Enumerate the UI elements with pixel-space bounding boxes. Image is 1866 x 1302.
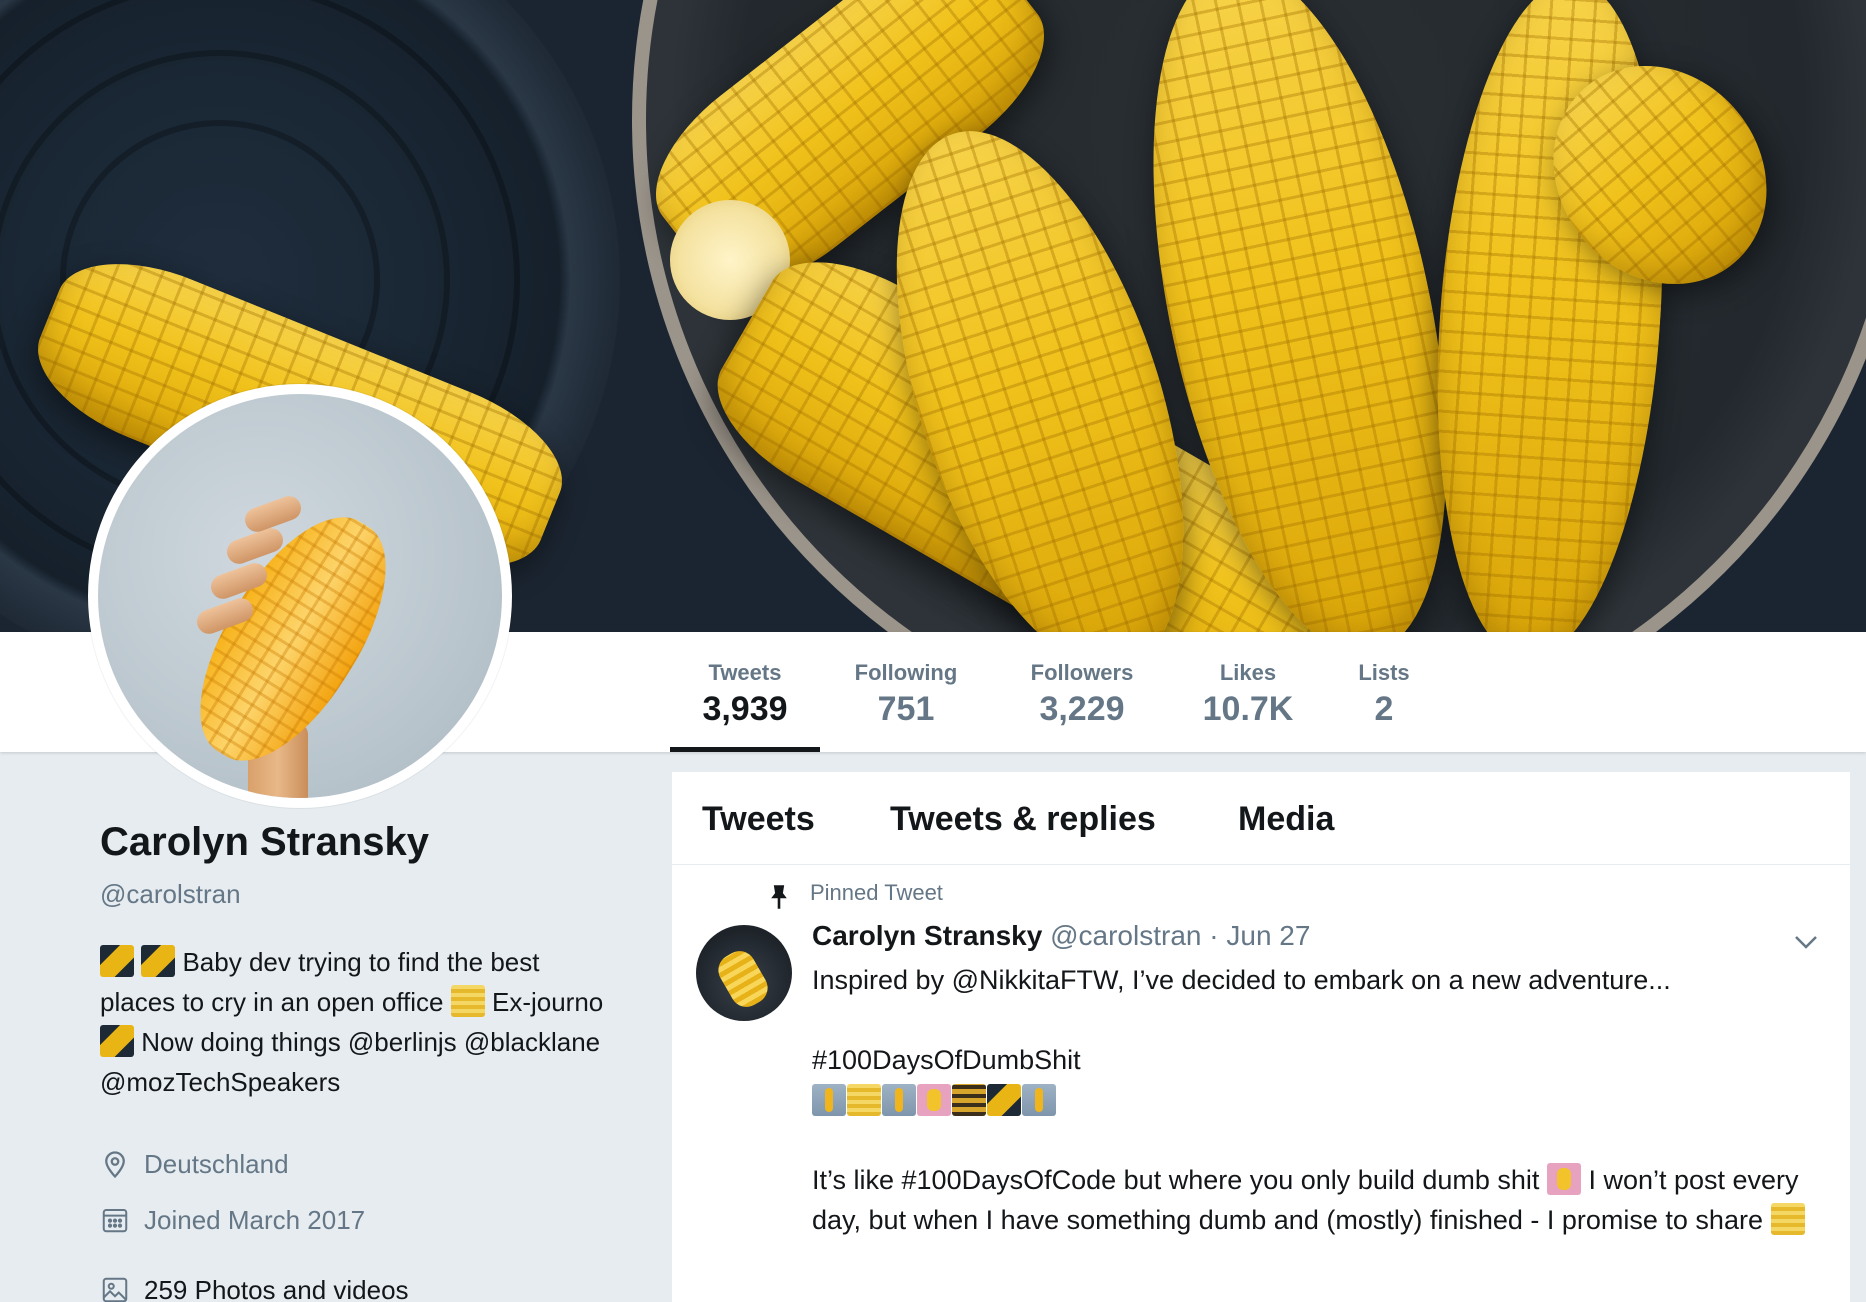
corn-emoji-icon [1546,1163,1581,1195]
profile-bio: Baby dev trying to find the best places … [100,942,620,1102]
timeline-tabs: Tweets Tweets & replies Media [672,772,1850,865]
tweet-line: Inspired by @NikkitaFTW, I’ve decided to… [812,965,1671,995]
stat-lists[interactable]: Lists 2 [1344,632,1424,752]
bio-text: Now doing things @berlinjs @blacklane @m… [100,1027,601,1097]
profile-name[interactable]: Carolyn Stransky [100,820,620,865]
stat-value: 3,939 [702,690,788,728]
stat-label: Following [854,660,958,685]
profile-photos-link[interactable]: 259 Photos and videos [100,1262,620,1302]
corn-emoji-icon [100,1025,134,1057]
corn-emoji-icon [917,1084,951,1116]
stat-followers[interactable]: Followers 3,229 [1014,632,1150,752]
stat-following[interactable]: Following 751 [840,632,972,752]
tweet-handle[interactable]: @carolstran [1050,920,1201,951]
stat-value: 10.7K [1202,690,1294,728]
timeline: Tweets Tweets & replies Media Pinned Twe… [672,772,1850,1302]
corn-emoji-icon [450,985,485,1017]
stat-label: Followers [1030,660,1134,685]
tweet-paragraph: It’s like #100DaysOfCode but where you o… [812,1160,1822,1240]
tweet-header: Carolyn Stransky @carolstran · Jun 27 [812,920,1310,952]
tweet-line: It’s like #100DaysOfCode but where you o… [812,1165,1540,1195]
stat-tweets[interactable]: Tweets 3,939 [670,632,820,752]
corn-emoji-icon [952,1084,986,1116]
corn-emoji-icon [1022,1084,1056,1116]
tweet-author[interactable]: Carolyn Stransky [812,920,1042,951]
tweet-body: Inspired by @NikkitaFTW, I’ve decided to… [812,960,1822,1240]
pinned-label: Pinned Tweet [810,880,943,905]
tab-tweets[interactable]: Tweets [702,800,815,839]
calendar-icon [102,1209,128,1233]
avatar-photo [98,394,502,798]
tweet-date[interactable]: · Jun 27 [1209,920,1310,951]
photos-text: 259 Photos and videos [144,1274,409,1302]
stat-label: Lists [1358,660,1410,685]
pin-icon [771,885,787,909]
profile-handle[interactable]: @carolstran [100,879,620,910]
corn-emoji-icon [141,945,176,977]
tab-media[interactable]: Media [1238,800,1334,839]
profile-meta: Deutschland Joined March 2017 259 Photos… [100,1136,620,1302]
tweet-emoji-row [812,1080,1822,1120]
corn-emoji-icon [987,1084,1021,1116]
joined-text: Joined March 2017 [144,1204,366,1235]
profile-avatar[interactable] [88,384,512,808]
location-text: Deutschland [144,1148,289,1179]
stat-label: Tweets [708,660,782,685]
profile-joined: Joined March 2017 [100,1192,620,1248]
stat-label: Likes [1219,660,1277,685]
stat-value: 2 [1374,690,1394,728]
chevron-down-icon[interactable] [1792,932,1820,952]
profile-location: Deutschland [100,1136,620,1192]
corn-emoji-icon [1770,1203,1805,1235]
location-icon [105,1151,125,1179]
corn-emoji-icon [847,1084,881,1116]
corn-emoji-icon [100,945,134,977]
corn-emoji-icon [812,1084,846,1116]
tweet-avatar[interactable] [696,925,792,1021]
photo-icon [102,1277,128,1302]
corn-emoji-icon [882,1084,916,1116]
tab-tweets-and-replies[interactable]: Tweets & replies [890,800,1156,839]
bio-text: Ex-journo [491,987,604,1017]
tweet-hashtag[interactable]: #100DaysOfDumbShit [812,1040,1822,1080]
stat-likes[interactable]: Likes 10.7K [1190,632,1306,752]
stat-value: 751 [877,690,935,728]
stat-value: 3,229 [1039,690,1125,728]
profile-card: Carolyn Stransky @carolstran Baby dev tr… [100,820,620,1302]
